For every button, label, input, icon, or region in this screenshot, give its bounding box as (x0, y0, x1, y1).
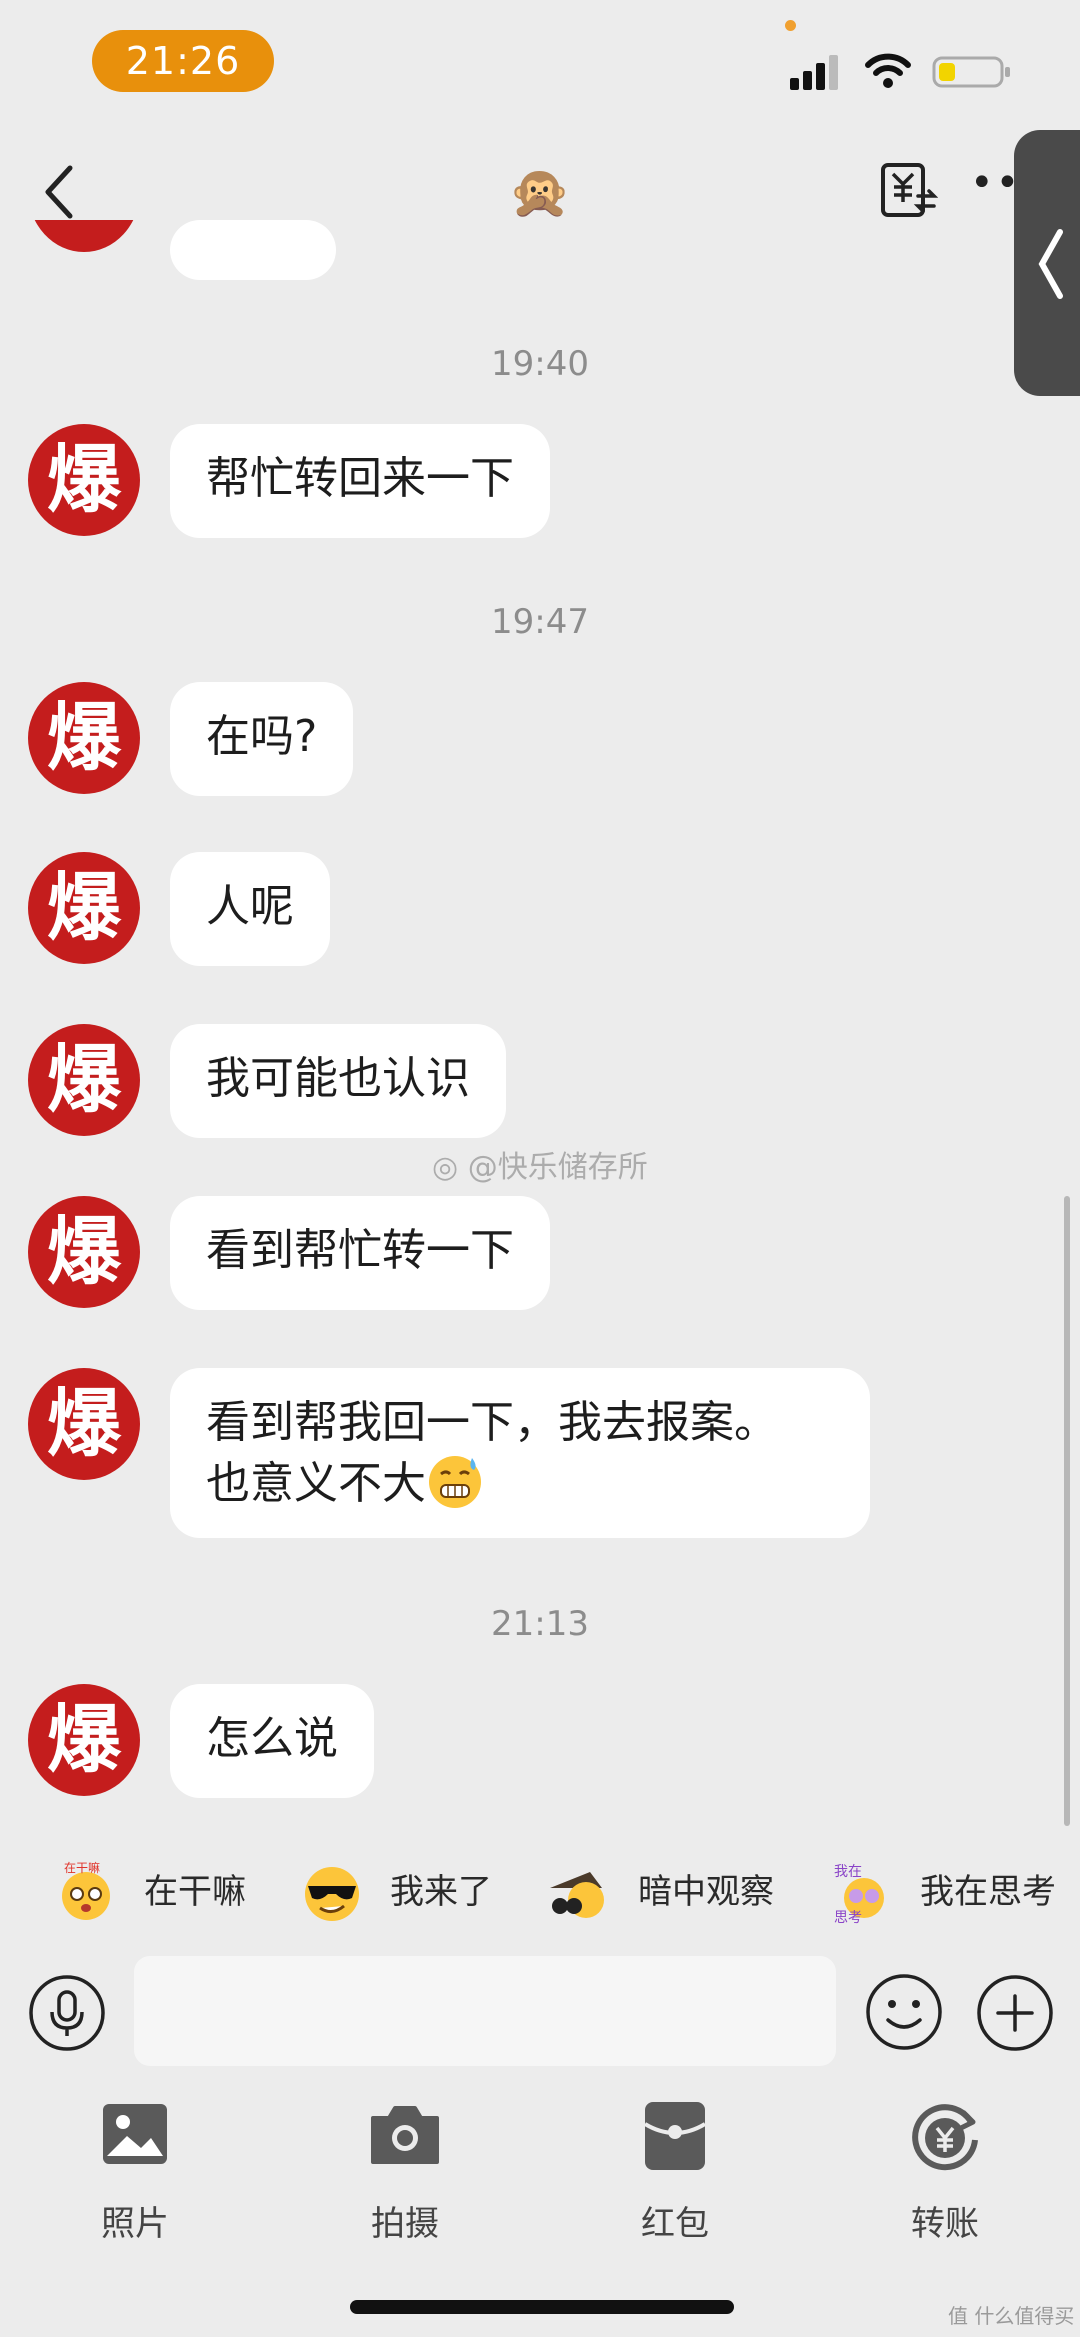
battery-icon (932, 56, 1010, 88)
timestamp: 19:47 (491, 602, 589, 642)
tool-camera[interactable]: 拍摄 (320, 2100, 490, 2300)
contact-avatar[interactable]: 爆 (28, 1684, 140, 1796)
message-bubble[interactable]: 人呢 (170, 852, 330, 966)
weibo-watermark: ◎ @快乐储存所 (432, 1146, 648, 1190)
contact-avatar[interactable]: 爆 (28, 1368, 140, 1480)
timestamp: 21:13 (491, 1604, 589, 1644)
home-indicator[interactable] (350, 2300, 734, 2314)
quick-reply-label: 我来了 (390, 1872, 492, 1912)
message-bubble[interactable]: 我可能也认识 (170, 1024, 506, 1138)
transfer-header-button[interactable] (878, 160, 938, 220)
message-bubble[interactable]: 怎么说 (170, 1684, 374, 1798)
quick-reply-item[interactable]: 暗中观察 (530, 1836, 790, 1948)
tool-red-packet[interactable]: 红包 (590, 2100, 760, 2300)
scrollbar[interactable] (1064, 1196, 1070, 1826)
grimacing-sweat-icon (429, 1456, 481, 1508)
message-bubble[interactable]: 看到帮忙转一下 (170, 1196, 550, 1310)
chat-title: 🙊 (508, 163, 572, 221)
message-line: 也意义不大 (206, 1452, 834, 1513)
emoji-button[interactable] (864, 1972, 944, 2052)
plus-button[interactable] (976, 1974, 1054, 2052)
watermark-text: @快乐储存所 (467, 1150, 648, 1185)
busy-face-icon: 在干嘛 (62, 1860, 110, 1920)
photo-icon (103, 2104, 167, 2164)
contact-avatar[interactable]: 爆 (28, 1024, 140, 1136)
svg-text:思考: 思考 (834, 1910, 862, 1926)
status-time: 21:26 (92, 30, 274, 92)
tool-label: 红包 (641, 2204, 709, 2244)
back-button[interactable] (36, 162, 86, 222)
svg-text:在干嘛: 在干嘛 (64, 1860, 100, 1875)
svg-text:我在: 我在 (834, 1864, 862, 1880)
contact-avatar[interactable]: 爆 (28, 682, 140, 794)
input-bar (0, 1948, 1080, 2068)
red-packet-icon (643, 2102, 707, 2170)
thinking-face-icon: 我在 思考 (834, 1864, 884, 1926)
transfer-icon (912, 2104, 978, 2171)
peeking-face-icon (550, 1872, 604, 1918)
wifi-icon (865, 53, 911, 88)
message-bubble[interactable]: 帮忙转回来一下 (170, 424, 550, 538)
message-text: 也意义不大 (206, 1458, 426, 1509)
quick-reply-label: 我在思考 (920, 1872, 1056, 1912)
contact-avatar[interactable]: 爆 (28, 424, 140, 536)
message-bubble[interactable]: 看到帮我回一下，我去报案。 也意义不大 (170, 1368, 870, 1538)
signal-icon (790, 55, 838, 90)
tool-transfer[interactable]: 转账 (860, 2100, 1030, 2300)
chevron-left-icon (1038, 229, 1063, 299)
quick-reply-item[interactable]: 我来了 (280, 1836, 510, 1948)
quick-reply-label: 在干嘛 (144, 1872, 246, 1912)
message-bubble-partial (170, 220, 336, 280)
quick-reply-label: 暗中观察 (638, 1872, 774, 1912)
quick-reply-item[interactable]: 在干嘛 在干嘛 (30, 1836, 260, 1948)
contact-avatar[interactable]: 爆 (28, 852, 140, 964)
timestamp: 19:40 (491, 344, 589, 384)
sunglasses-face-icon (305, 1867, 359, 1921)
camera-icon (371, 2106, 439, 2164)
corner-watermark: 值 什么值得买 (948, 2304, 1075, 2328)
tools-panel: 照片 拍摄 红包 转账 (0, 2080, 1080, 2337)
tool-label: 拍摄 (371, 2204, 439, 2244)
message-input[interactable] (134, 1956, 836, 2066)
privacy-indicator-dot (785, 20, 796, 31)
voice-button[interactable] (28, 1974, 106, 2052)
tool-label: 照片 (101, 2204, 169, 2244)
tool-photo[interactable]: 照片 (50, 2100, 220, 2300)
quick-reply-strip: 在干嘛 在干嘛 我来了 暗中观察 我在 思考 我在思考 (0, 1836, 1080, 1948)
tool-label: 转账 (911, 2204, 979, 2244)
message-line: 看到帮我回一下，我去报案。 (206, 1397, 778, 1448)
weibo-icon: ◎ (432, 1150, 459, 1185)
contact-avatar[interactable]: 爆 (28, 1196, 140, 1308)
quick-reply-item[interactable]: 我在 思考 我在思考 (820, 1836, 1080, 1948)
message-bubble[interactable]: 在吗? (170, 682, 354, 796)
